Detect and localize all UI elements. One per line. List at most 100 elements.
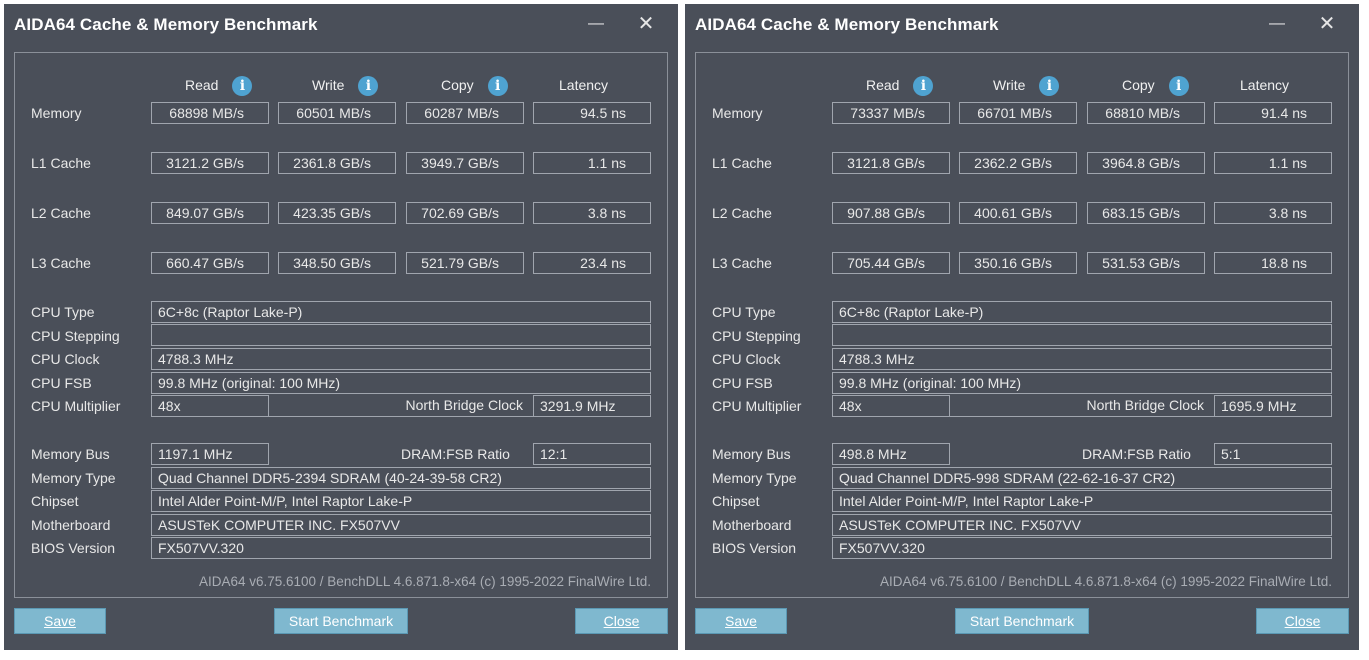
save-button-label: Save	[725, 613, 757, 629]
l3-latency-value: 23.4 ns	[533, 252, 651, 274]
row-label-l1-cache: L1 Cache	[712, 155, 772, 171]
row-label-l3-cache: L3 Cache	[712, 255, 772, 271]
column-header-write-label: Write	[312, 77, 345, 93]
column-header-latency: Latency	[559, 77, 609, 93]
cpu-clock-value: 4788.3 MHz	[151, 348, 651, 370]
results-panel: Read i Write i Copy i Latency Memory 68898 …	[14, 52, 668, 598]
benchmark-window: AIDA64 Cache & Memory Benchmark — ✕ Read…	[685, 4, 1359, 650]
memory-bus-label: Memory Bus	[31, 446, 110, 462]
column-header-write: Write i	[312, 73, 379, 97]
memory-copy-value: 60287 MB/s	[406, 102, 524, 124]
memory-bus-value: 498.8 MHz	[832, 443, 950, 465]
memory-type-value: Quad Channel DDR5-998 SDRAM (22-62-16-37…	[832, 467, 1332, 489]
column-header-write-label: Write	[993, 77, 1026, 93]
l3-copy-value: 531.53 GB/s	[1087, 252, 1205, 274]
title-bar: AIDA64 Cache & Memory Benchmark — ✕	[4, 4, 678, 46]
memory-latency-value: 91.4 ns	[1214, 102, 1332, 124]
memory-bus-value: 1197.1 MHz	[151, 443, 269, 465]
column-header-read: Read i	[185, 73, 253, 97]
l2-latency-value: 3.8 ns	[533, 202, 651, 224]
memory-read-value: 68898 MB/s	[151, 102, 269, 124]
save-button[interactable]: Save	[14, 608, 106, 634]
memory-latency-value: 94.5 ns	[533, 102, 651, 124]
column-header-copy-label: Copy	[1122, 77, 1155, 93]
cpu-clock-label: CPU Clock	[712, 351, 781, 367]
window-close-button[interactable]: ✕	[1309, 10, 1345, 38]
copy-info-icon[interactable]: i	[1168, 76, 1189, 97]
l1-copy-value: 3949.7 GB/s	[406, 152, 524, 174]
window-close-button[interactable]: ✕	[628, 10, 664, 38]
l2-read-value: 907.88 GB/s	[832, 202, 950, 224]
title-bar: AIDA64 Cache & Memory Benchmark — ✕	[685, 4, 1359, 46]
close-button[interactable]: Close	[575, 608, 668, 634]
memory-write-value: 60501 MB/s	[278, 102, 396, 124]
start-benchmark-button[interactable]: Start Benchmark	[955, 608, 1089, 634]
row-label-memory: Memory	[31, 105, 82, 121]
l3-read-value: 705.44 GB/s	[832, 252, 950, 274]
read-info-icon[interactable]: i	[913, 76, 934, 97]
minimize-button[interactable]: —	[578, 10, 614, 38]
write-info-icon[interactable]: i	[358, 76, 379, 97]
cpu-clock-label: CPU Clock	[31, 351, 100, 367]
memory-write-value: 66701 MB/s	[959, 102, 1077, 124]
cpu-fsb-value: 99.8 MHz (original: 100 MHz)	[832, 372, 1332, 394]
north-bridge-clock-value: 3291.9 MHz	[533, 395, 651, 417]
column-header-copy: Copy i	[1122, 73, 1189, 97]
memory-bus-label: Memory Bus	[712, 446, 791, 462]
l3-read-value: 660.47 GB/s	[151, 252, 269, 274]
benchmark-window: AIDA64 Cache & Memory Benchmark — ✕ Read…	[4, 4, 678, 650]
read-info-icon[interactable]: i	[232, 76, 253, 97]
cpu-multiplier-value: 48x	[832, 395, 950, 417]
save-button[interactable]: Save	[695, 608, 787, 634]
close-button[interactable]: Close	[1256, 608, 1349, 634]
chipset-label: Chipset	[712, 493, 760, 509]
north-bridge-clock-label: North Bridge Clock	[269, 395, 533, 417]
chipset-value: Intel Alder Point-M/P, Intel Raptor Lake…	[832, 490, 1332, 512]
copyright-footer: AIDA64 v6.75.6100 / BenchDLL 4.6.871.8-x…	[879, 574, 1332, 589]
cpu-fsb-label: CPU FSB	[31, 375, 92, 391]
column-header-copy-label: Copy	[441, 77, 474, 93]
l2-read-value: 849.07 GB/s	[151, 202, 269, 224]
bios-version-label: BIOS Version	[712, 540, 797, 556]
column-header-latency: Latency	[1240, 77, 1290, 93]
dram-fsb-ratio-value: 5:1	[1214, 443, 1332, 465]
copy-info-icon[interactable]: i	[487, 76, 508, 97]
memory-type-value: Quad Channel DDR5-2394 SDRAM (40-24-39-5…	[151, 467, 651, 489]
l3-write-value: 348.50 GB/s	[278, 252, 396, 274]
memory-type-label: Memory Type	[712, 470, 797, 486]
l3-write-value: 350.16 GB/s	[959, 252, 1077, 274]
row-label-memory: Memory	[712, 105, 763, 121]
l1-write-value: 2362.2 GB/s	[959, 152, 1077, 174]
l2-write-value: 423.35 GB/s	[278, 202, 396, 224]
cpu-type-label: CPU Type	[31, 304, 95, 320]
l1-read-value: 3121.2 GB/s	[151, 152, 269, 174]
cpu-clock-value: 4788.3 MHz	[832, 348, 1332, 370]
l1-read-value: 3121.8 GB/s	[832, 152, 950, 174]
cpu-stepping-label: CPU Stepping	[712, 328, 801, 344]
window-title: AIDA64 Cache & Memory Benchmark	[695, 15, 999, 34]
memory-copy-value: 68810 MB/s	[1087, 102, 1205, 124]
l2-latency-value: 3.8 ns	[1214, 202, 1332, 224]
copyright-footer: AIDA64 v6.75.6100 / BenchDLL 4.6.871.8-x…	[198, 574, 651, 589]
column-header-read-label: Read	[185, 77, 219, 93]
start-benchmark-button[interactable]: Start Benchmark	[274, 608, 408, 634]
cpu-multiplier-label: CPU Multiplier	[712, 398, 802, 414]
cpu-type-value: 6C+8c (Raptor Lake-P)	[832, 301, 1332, 323]
window-title: AIDA64 Cache & Memory Benchmark	[14, 15, 318, 34]
north-bridge-clock-value: 1695.9 MHz	[1214, 395, 1332, 417]
l1-copy-value: 3964.8 GB/s	[1087, 152, 1205, 174]
cpu-type-value: 6C+8c (Raptor Lake-P)	[151, 301, 651, 323]
l3-copy-value: 521.79 GB/s	[406, 252, 524, 274]
cpu-fsb-label: CPU FSB	[712, 375, 773, 391]
close-button-label: Close	[1284, 613, 1321, 629]
write-info-icon[interactable]: i	[1039, 76, 1060, 97]
minimize-button[interactable]: —	[1259, 10, 1295, 38]
chipset-label: Chipset	[31, 493, 79, 509]
memory-read-value: 73337 MB/s	[832, 102, 950, 124]
chipset-value: Intel Alder Point-M/P, Intel Raptor Lake…	[151, 490, 651, 512]
cpu-type-label: CPU Type	[712, 304, 776, 320]
l2-write-value: 400.61 GB/s	[959, 202, 1077, 224]
row-label-l2-cache: L2 Cache	[31, 205, 91, 221]
column-header-read-label: Read	[866, 77, 900, 93]
column-header-write: Write i	[993, 73, 1060, 97]
